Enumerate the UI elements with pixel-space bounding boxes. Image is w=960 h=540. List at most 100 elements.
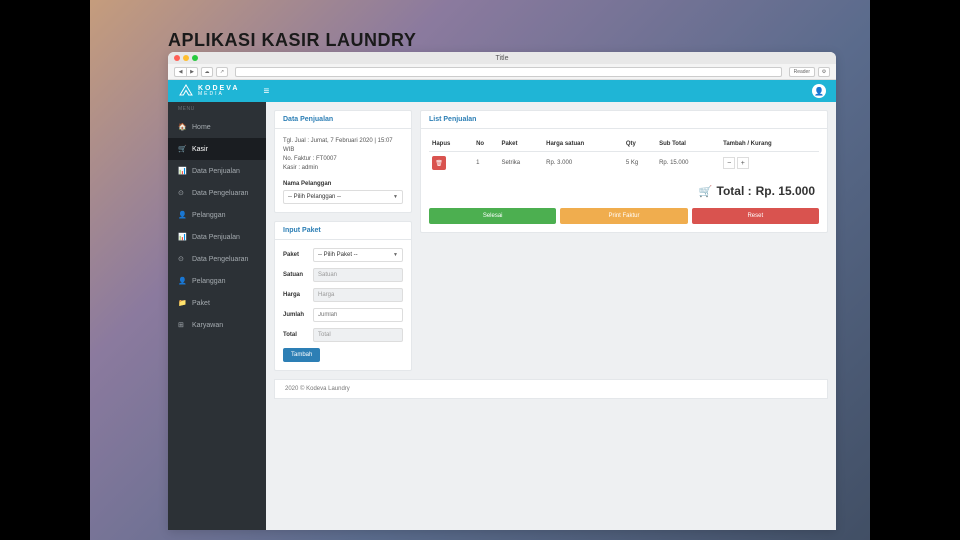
close-icon[interactable] xyxy=(174,55,180,61)
chevron-down-icon: ▼ xyxy=(393,252,398,258)
window-title: Title xyxy=(496,55,509,62)
sidebar-item-label: Paket xyxy=(192,300,210,307)
sidebar-item-label: Data Pengeluaran xyxy=(192,190,248,197)
gear-icon[interactable]: ⚙ xyxy=(818,67,830,77)
back-button[interactable]: ◀ xyxy=(174,67,186,77)
table-row: 🗑 1 Setrika Rp. 3.000 5 Kg Rp. 15.000 − xyxy=(429,152,819,175)
sidebar-item-penjualan-2[interactable]: 📊 Data Penjualan xyxy=(168,226,266,248)
user-icon: 👤 xyxy=(178,211,186,219)
sidebar-item-kasir[interactable]: 🛒 Kasir xyxy=(168,138,266,160)
label-satuan: Satuan xyxy=(283,272,309,278)
label-nama-pelanggan: Nama Pelanggan xyxy=(283,181,403,187)
sidebar-item-pelanggan-2[interactable]: 👤 Pelanggan xyxy=(168,270,266,292)
sidebar-item-karyawan[interactable]: ⊞ Karyawan xyxy=(168,314,266,336)
browser-toolbar: ◀ ▶ ☁ ↗ Reader ⚙ xyxy=(168,64,836,80)
total-value: Rp. 15.000 xyxy=(756,184,815,198)
trash-icon: 🗑 xyxy=(435,160,443,167)
cell-paket: Setrika xyxy=(498,152,543,175)
label-harga: Harga xyxy=(283,292,309,298)
share-icon[interactable]: ↗ xyxy=(216,67,228,77)
chevron-down-icon: ▼ xyxy=(393,194,398,200)
circle-icon: ⊙ xyxy=(178,255,186,263)
app-topbar: KODEVA MEDIA ≡ 👤 xyxy=(168,80,836,102)
sidebar-item-paket[interactable]: 📁 Paket xyxy=(168,292,266,314)
th-qty: Qty xyxy=(623,137,656,152)
card-title: Data Penjualan xyxy=(275,111,411,129)
info-tgl: Tgl. Jual : Jumat, 7 Februari 2020 | 15:… xyxy=(283,137,403,155)
list-table: Hapus No Paket Harga satuan Qty Sub Tota… xyxy=(429,137,819,174)
print-faktur-button[interactable]: Print Faktur xyxy=(560,208,687,224)
card-title: List Penjualan xyxy=(421,111,827,129)
label-jumlah: Jumlah xyxy=(283,312,309,318)
sidebar: MENU 🏠 Home 🛒 Kasir 📊 Data Penjualan xyxy=(168,102,266,530)
reader-button[interactable]: Reader xyxy=(789,67,815,77)
main-content: Data Penjualan Tgl. Jual : Jumat, 7 Febr… xyxy=(266,102,836,530)
input-jumlah[interactable] xyxy=(313,308,403,322)
footer: 2020 © Kodeva Laundry xyxy=(274,379,828,399)
chart-icon: 📊 xyxy=(178,233,186,241)
delete-button[interactable]: 🗑 xyxy=(432,156,446,170)
plus-button[interactable]: + xyxy=(737,157,749,169)
reset-button[interactable]: Reset xyxy=(692,208,819,224)
sidebar-item-label: Karyawan xyxy=(192,322,223,329)
sidebar-item-home[interactable]: 🏠 Home xyxy=(168,116,266,138)
cloud-icon[interactable]: ☁ xyxy=(201,67,213,77)
minus-button[interactable]: − xyxy=(723,157,735,169)
info-kasir: Kasir : admin xyxy=(283,164,403,173)
sidebar-item-pelanggan[interactable]: 👤 Pelanggan xyxy=(168,204,266,226)
user-icon: 👤 xyxy=(178,277,186,285)
label-paket: Paket xyxy=(283,252,309,258)
sidebar-item-pengeluaran-2[interactable]: ⊙ Data Pengeluaran xyxy=(168,248,266,270)
home-icon: 🏠 xyxy=(178,123,186,131)
info-faktur: No. Faktur : FT0007 xyxy=(283,155,403,164)
total-label: Total : xyxy=(717,184,752,198)
th-paket: Paket xyxy=(498,137,543,152)
grid-icon: ⊞ xyxy=(178,321,186,329)
tambah-button[interactable]: Tambah xyxy=(283,348,320,362)
chart-icon: 📊 xyxy=(178,167,186,175)
logo-text: KODEVA MEDIA xyxy=(198,85,239,97)
menu-toggle-icon[interactable]: ≡ xyxy=(263,86,269,97)
card-list-penjualan: List Penjualan Hapus No Paket Harga satu xyxy=(420,110,828,233)
sidebar-item-label: Data Penjualan xyxy=(192,234,240,241)
menu-section-label: MENU xyxy=(168,102,266,116)
url-bar[interactable] xyxy=(235,67,782,77)
sidebar-item-pengeluaran[interactable]: ⊙ Data Pengeluaran xyxy=(168,182,266,204)
avatar[interactable]: 👤 xyxy=(812,84,826,98)
cell-qty: 5 Kg xyxy=(623,152,656,175)
sidebar-item-label: Home xyxy=(192,124,211,131)
th-tambah: Tambah / Kurang xyxy=(720,137,819,152)
cell-harga: Rp. 3.000 xyxy=(543,152,623,175)
label-total: Total xyxy=(283,332,309,338)
th-no: No xyxy=(473,137,498,152)
input-total: Total xyxy=(313,328,403,342)
sidebar-item-label: Data Pengeluaran xyxy=(192,256,248,263)
sidebar-item-label: Pelanggan xyxy=(192,278,225,285)
page-title: APLIKASI KASIR LAUNDRY xyxy=(168,30,416,51)
cell-no: 1 xyxy=(473,152,498,175)
input-satuan: Satuan xyxy=(313,268,403,282)
circle-icon: ⊙ xyxy=(178,189,186,197)
input-harga: Harga xyxy=(313,288,403,302)
selesai-button[interactable]: Selesai xyxy=(429,208,556,224)
titlebar: Title xyxy=(168,52,836,64)
folder-icon: 📁 xyxy=(178,299,186,307)
total-row: 🛒 Total : Rp. 15.000 xyxy=(429,174,819,208)
cart-icon: 🛒 xyxy=(699,185,713,198)
maximize-icon[interactable] xyxy=(192,55,198,61)
th-harga: Harga satuan xyxy=(543,137,623,152)
cart-icon: 🛒 xyxy=(178,145,186,153)
card-data-penjualan: Data Penjualan Tgl. Jual : Jumat, 7 Febr… xyxy=(274,110,412,213)
card-title: Input Paket xyxy=(275,222,411,240)
sidebar-item-label: Kasir xyxy=(192,146,208,153)
select-paket[interactable]: -- Pilih Paket -- ▼ xyxy=(313,248,403,262)
sidebar-item-label: Data Penjualan xyxy=(192,168,240,175)
th-subtotal: Sub Total xyxy=(656,137,720,152)
forward-button[interactable]: ▶ xyxy=(186,67,198,77)
select-pelanggan[interactable]: -- Pilih Pelanggan -- ▼ xyxy=(283,190,403,204)
th-hapus: Hapus xyxy=(429,137,473,152)
sidebar-item-penjualan[interactable]: 📊 Data Penjualan xyxy=(168,160,266,182)
sidebar-item-label: Pelanggan xyxy=(192,212,225,219)
logo-icon xyxy=(178,83,194,99)
minimize-icon[interactable] xyxy=(183,55,189,61)
